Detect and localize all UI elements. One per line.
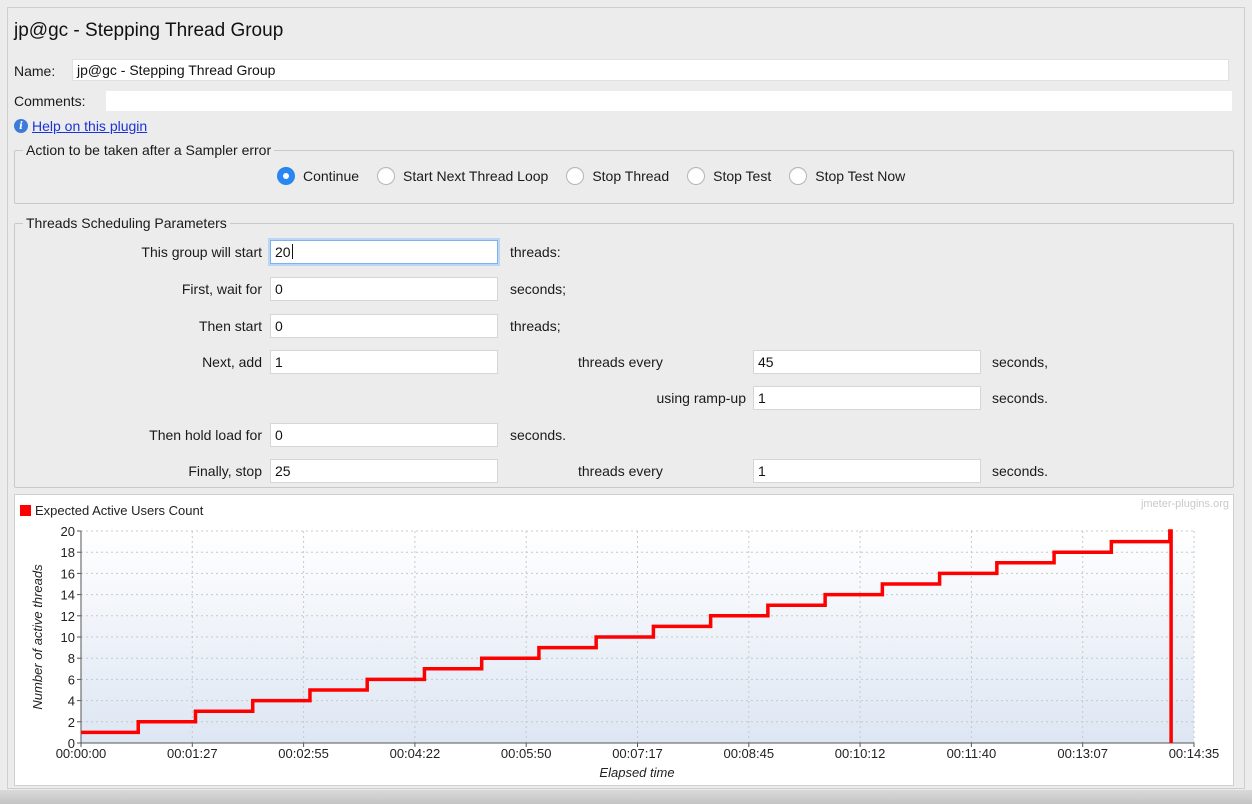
scheduling-title: Threads Scheduling Parameters [23,215,230,231]
increment-period-field[interactable]: 45 [753,350,981,374]
radio-unselected-icon [789,167,808,185]
radio-stop-test-now[interactable]: Stop Test Now [789,167,905,185]
initial-threads-field[interactable]: 0 [270,314,498,338]
rampup-field[interactable]: 1 [753,386,981,410]
sampler-error-title: Action to be taken after a Sampler error [23,142,275,158]
stop-period-unit: seconds. [992,463,1049,479]
radio-continue[interactable]: Continue [277,167,359,185]
comments-label: Comments: [14,93,86,109]
rampup-label: using ramp-up [656,390,747,406]
hold-unit: seconds. [510,427,567,443]
y-tick-label: 12 [61,609,75,624]
radio-unselected-icon [377,167,396,185]
x-tick-label: 00:07:17 [612,746,663,761]
radio-label: Start Next Thread Loop [403,168,549,184]
radio-selected-icon [277,167,295,185]
increment-period-unit: seconds, [992,354,1049,370]
comments-field[interactable] [106,91,1232,111]
y-tick-label: 8 [68,651,75,666]
radio-stop-thread[interactable]: Stop Thread [566,167,669,185]
y-tick-label: 6 [68,672,75,687]
hold-field[interactable]: 0 [270,423,498,447]
x-tick-label: 00:14:35 [1169,746,1220,761]
x-tick-label: 00:01:27 [167,746,218,761]
sampler-error-group: Action to be taken after a Sampler error… [14,142,1234,204]
x-tick-label: 00:00:00 [56,746,107,761]
y-tick-label: 10 [61,630,75,645]
initial-threads-unit: threads; [510,318,561,334]
radio-unselected-icon [687,167,706,185]
increment-label: Next, add [202,354,262,370]
y-axis: 02468101214161820 [61,524,82,751]
increment-every-label: threads every [578,354,663,370]
bottom-toolbar-edge [0,790,1252,804]
initial-delay-label: First, wait for [181,281,262,297]
y-tick-label: 18 [61,545,75,560]
x-tick-label: 00:08:45 [723,746,774,761]
name-label: Name: [14,63,56,79]
radio-start-next-thread-loop[interactable]: Start Next Thread Loop [377,167,548,185]
y-tick-label: 4 [68,694,75,709]
x-tick-label: 00:11:40 [947,746,997,761]
radio-label: Continue [303,168,360,184]
stop-threads-field[interactable]: 25 [270,459,498,483]
initial-threads-label: Then start [198,318,262,334]
y-axis-title: Number of active threads [30,564,45,710]
sampler-error-options: Continue Start Next Thread Loop Stop Thr… [277,167,905,185]
x-tick-label: 00:05:50 [501,746,552,761]
x-tick-label: 00:04:22 [390,746,441,761]
start-threads-unit: threads: [510,244,561,260]
x-tick-label: 00:10:12 [835,746,886,761]
radio-unselected-icon [566,167,585,185]
increment-field[interactable]: 1 [270,350,498,374]
legend-label: Expected Active Users Count [35,503,204,518]
active-threads-chart: 02468101214161820 00:00:00 00:01:27 00:02:… [20,498,1229,780]
start-threads-label: This group will start [141,244,262,260]
stop-period-field[interactable]: 1 [753,459,981,483]
help-link[interactable]: Help on this plugin [32,118,147,134]
hold-label: Then hold load for [149,427,262,443]
y-tick-label: 20 [61,524,75,539]
y-tick-label: 2 [68,715,75,730]
x-axis-title: Elapsed time [599,765,674,780]
name-field[interactable]: jp@gc - Stepping Thread Group [72,59,1229,81]
legend-swatch [20,505,31,516]
info-icon: i [14,119,28,133]
x-tick-label: 00:02:55 [278,746,329,761]
stop-label: Finally, stop [188,463,262,479]
y-tick-label: 16 [61,566,75,581]
radio-label: Stop Test [713,168,772,184]
initial-delay-unit: seconds; [510,281,567,297]
rampup-unit: seconds. [992,390,1049,406]
stop-every-label: threads every [578,463,663,479]
x-tick-label: 00:13:07 [1057,746,1108,761]
radio-label: Stop Test Now [815,168,906,184]
radio-label: Stop Thread [592,168,670,184]
x-axis: 00:00:00 00:01:27 00:02:55 00:04:22 00:05:50… [56,742,1220,761]
help-row: i Help on this plugin [14,118,147,134]
y-tick-label: 14 [61,588,75,603]
initial-delay-field[interactable]: 0 [270,277,498,301]
start-threads-field[interactable]: 20 [270,240,498,264]
chart-watermark: jmeter-plugins.org [1140,498,1229,510]
chart-panel: 0 2 4 6 8 10 12 14 16 18 20 00:00:00 00:01:27 00:02:… [14,494,1234,786]
panel-title: jp@gc - Stepping Thread Group [14,20,284,41]
radio-stop-test[interactable]: Stop Test [687,167,771,185]
